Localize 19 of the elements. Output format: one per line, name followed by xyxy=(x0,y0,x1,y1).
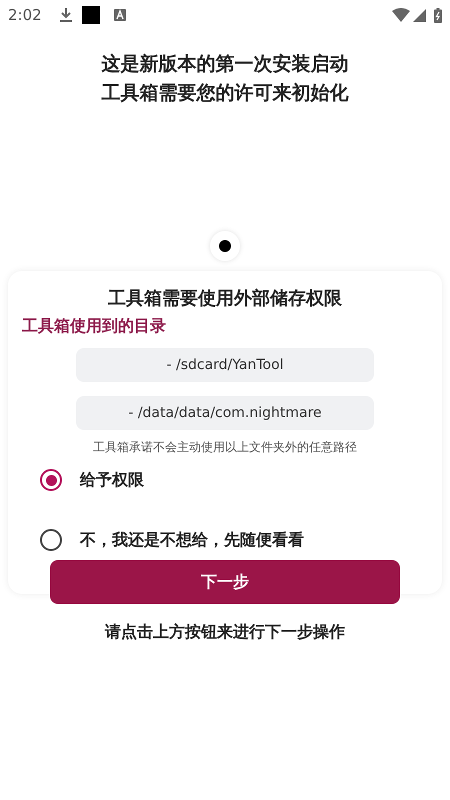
next-button[interactable]: 下一步 xyxy=(50,560,400,604)
intro-text: 工具箱需要您的许可来初始化 xyxy=(102,81,348,105)
radio-option[interactable]: 给予权限 xyxy=(40,466,428,494)
section-title: 工具箱使用到的目录 xyxy=(22,316,166,335)
radio-button[interactable] xyxy=(40,529,62,551)
hint-text: 请点击上方按钮来进行下一步操作 xyxy=(105,621,345,643)
download-icon xyxy=(60,8,72,22)
path-item: - /data/data/com.nightmare xyxy=(76,396,374,430)
intro-text: 这是新版本的第一次安装启动 xyxy=(102,52,348,76)
radio-option[interactable]: 不，我还是不想给，先随便看看 xyxy=(40,526,428,554)
battery-icon xyxy=(434,8,442,22)
card-title: 工具箱需要使用外部储存权限 xyxy=(108,287,342,311)
status-time: 2:02 xyxy=(8,4,42,26)
wifi-icon xyxy=(392,8,410,22)
font-icon xyxy=(114,9,126,21)
signal-icon xyxy=(413,8,426,22)
note-text: 工具箱承诺不会主动使用以上文件夹外的任意路径 xyxy=(93,439,357,456)
path-item: - /sdcard/YanTool xyxy=(76,348,374,382)
radio-button[interactable] xyxy=(40,469,62,491)
